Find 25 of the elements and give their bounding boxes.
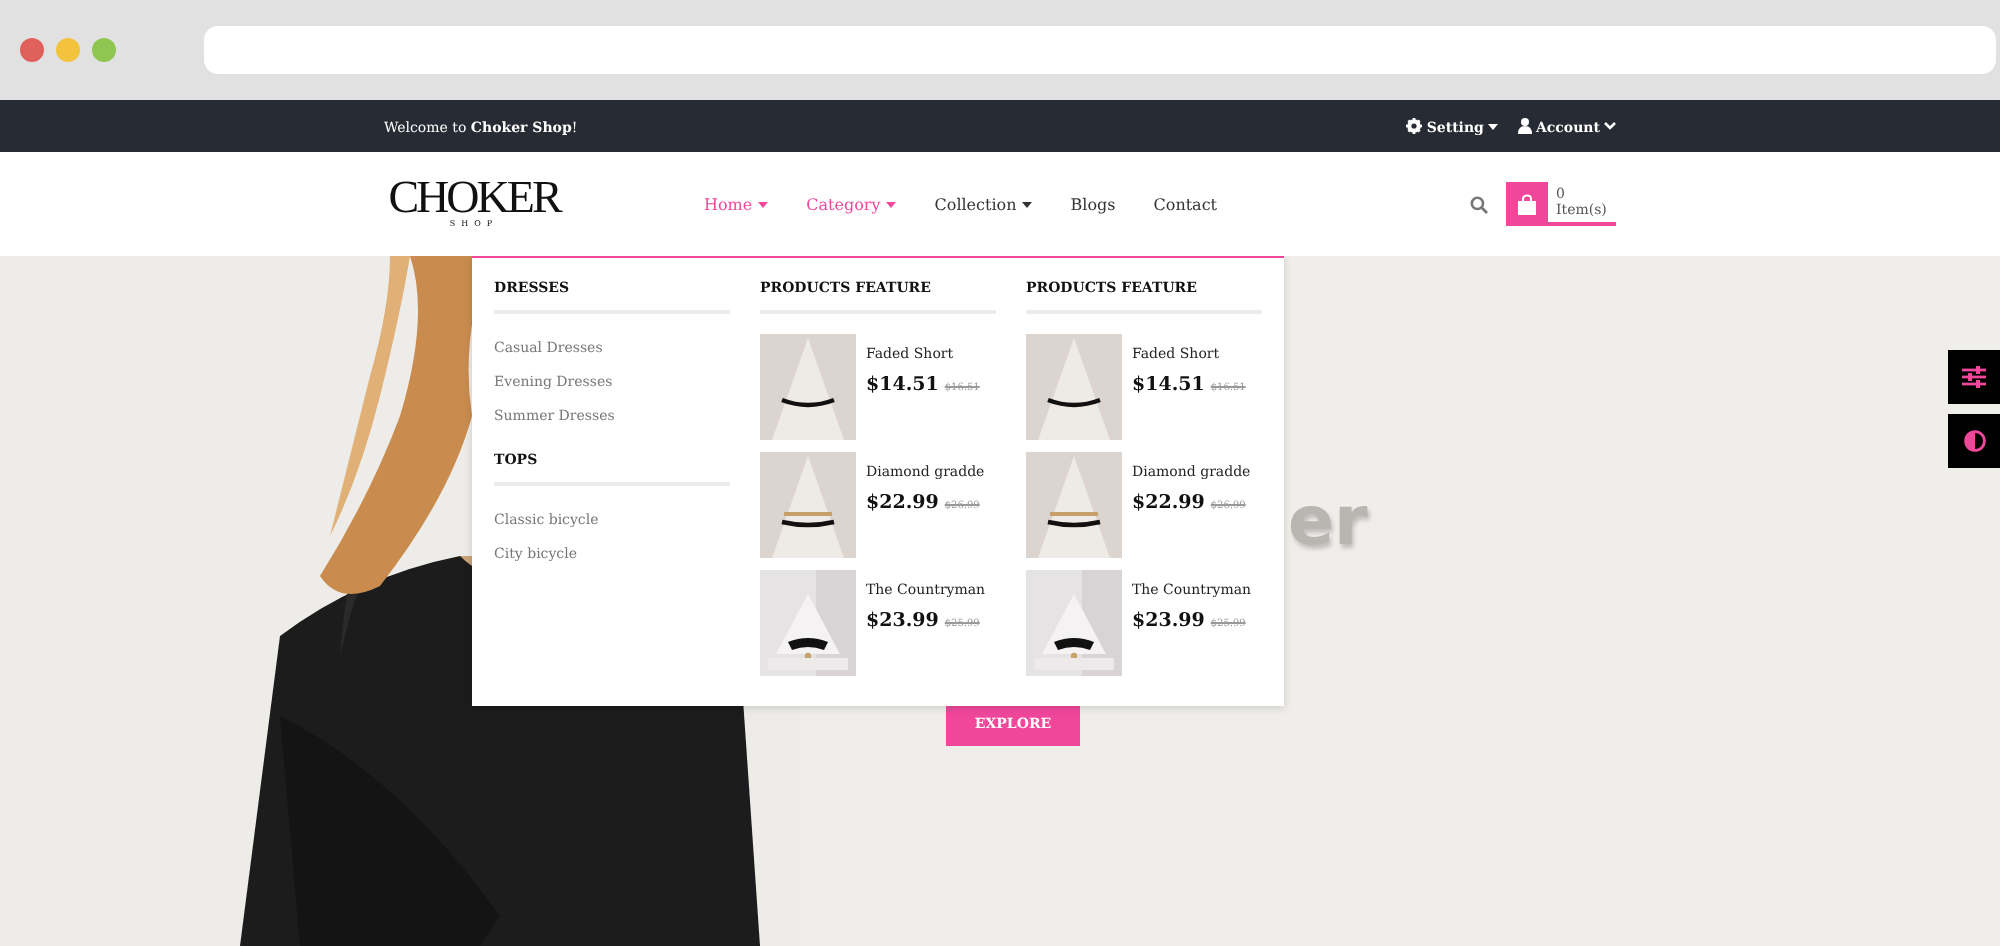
product-price: $14.51 [1132, 374, 1205, 396]
product-price: $23.99 [866, 610, 939, 632]
caret-icon [1487, 123, 1498, 129]
product-price: $22.99 [1132, 492, 1205, 514]
chevron-down-icon [1604, 122, 1616, 130]
search-icon [1470, 195, 1488, 213]
product-price: $23.99 [1132, 610, 1205, 632]
nav-link[interactable]: Contact [1153, 195, 1218, 213]
sliders-icon [1962, 366, 1986, 388]
gear-icon [1406, 118, 1423, 134]
user-icon [1517, 118, 1532, 134]
customize-button[interactable] [1948, 350, 2000, 404]
nav-link[interactable]: Home [704, 195, 769, 213]
product-price: $14.51 [866, 374, 939, 396]
contrast-button[interactable] [1948, 414, 2000, 468]
nav-link[interactable]: Blogs [1070, 195, 1116, 213]
shopping-bag-icon [1516, 193, 1538, 215]
product-price: $22.99 [866, 492, 939, 514]
search-button[interactable] [1470, 195, 1488, 213]
window-dot-icon [56, 38, 80, 62]
window-dot-icon [92, 38, 116, 62]
contrast-icon [1963, 430, 1985, 452]
hero-heading: er [1288, 484, 1368, 560]
nav-link[interactable]: Collection [934, 195, 1033, 213]
window-dot-icon [20, 38, 44, 62]
